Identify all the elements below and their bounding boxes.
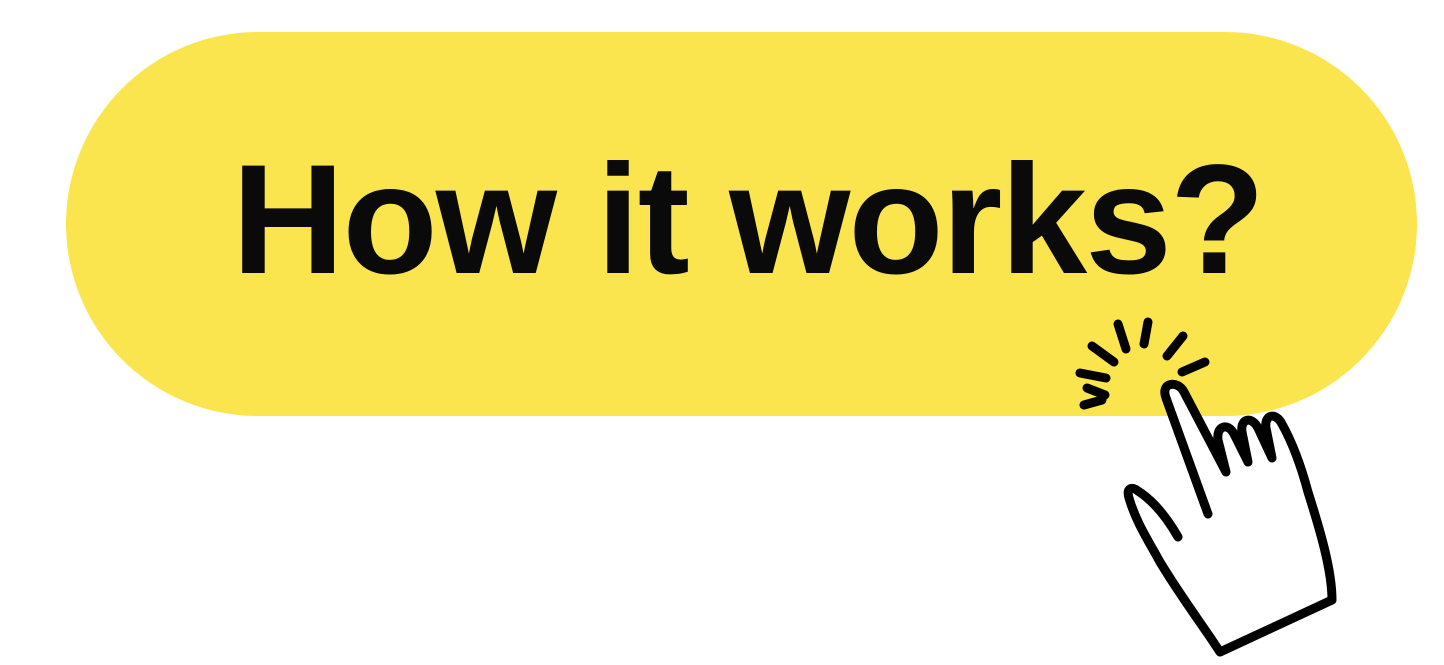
hand-pointer-click-icon [1060,300,1390,665]
button-label: How it works? [231,133,1265,307]
